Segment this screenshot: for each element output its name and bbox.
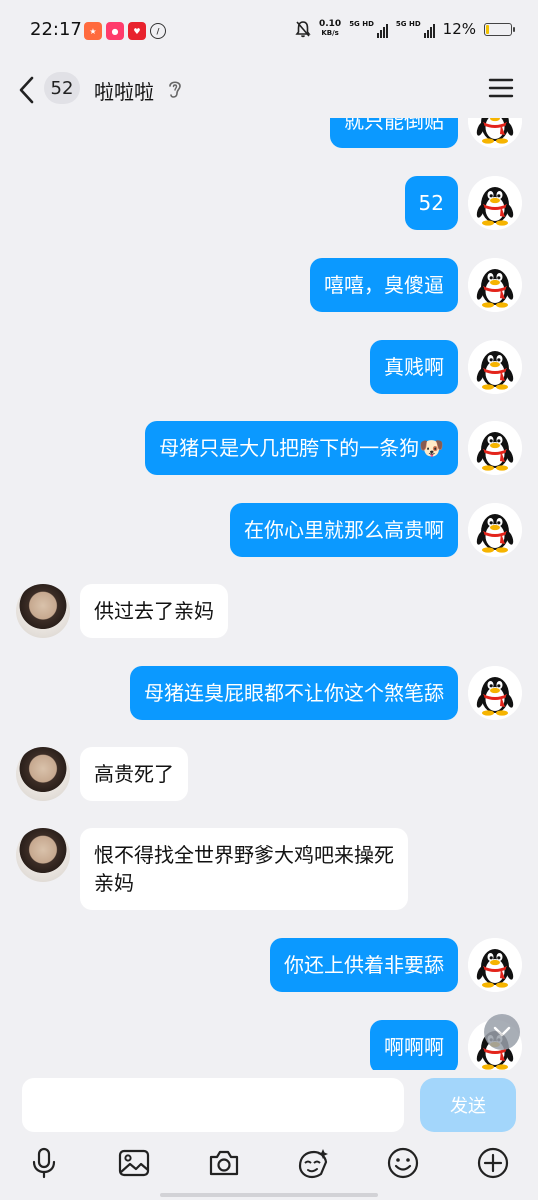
menu-icon[interactable]: [488, 76, 514, 100]
input-area: 发送: [0, 1070, 538, 1200]
microphone-icon[interactable]: [27, 1146, 61, 1180]
camera-icon[interactable]: [207, 1146, 241, 1180]
scroll-to-bottom-button[interactable]: [484, 1014, 520, 1050]
message-bubble[interactable]: 52: [404, 176, 458, 230]
message-bubble[interactable]: 啊啊啊: [370, 1020, 458, 1070]
message-outgoing: 真贱啊: [370, 340, 522, 394]
my-avatar[interactable]: [468, 176, 522, 230]
app-notification-icon: ●: [106, 22, 124, 40]
app-notification-icon: ★: [84, 22, 102, 40]
signal-icon: 5G HD: [396, 20, 435, 38]
chat-header: 52 啦啦啦: [0, 62, 538, 118]
message-incoming: 恨不得找全世界野爹大鸡吧来操死 亲妈: [16, 828, 408, 910]
signal-icon: 5G HD: [349, 20, 388, 38]
message-incoming: 供过去了亲妈: [16, 584, 228, 638]
message-incoming: 高贵死了: [16, 747, 188, 801]
battery-level: [486, 24, 489, 34]
message-bubble[interactable]: 供过去了亲妈: [80, 584, 228, 638]
chat-title[interactable]: 啦啦啦: [94, 76, 154, 105]
penguin-icon: [468, 421, 522, 475]
input-toolbar: [0, 1144, 538, 1184]
signal-label: 5G HD: [395, 20, 421, 28]
message-outgoing: 你还上供着非要舔: [270, 938, 522, 992]
contact-avatar[interactable]: [16, 584, 70, 638]
message-outgoing: 母猪只是大几把胯下的一条狗🐶: [145, 421, 522, 475]
image-icon[interactable]: [117, 1146, 151, 1180]
back-arrow-icon[interactable]: [14, 74, 40, 106]
message-outgoing: 52: [404, 176, 522, 230]
chevron-down-icon: [493, 1026, 511, 1037]
status-app-icons: ★ ● ♥ /: [84, 22, 166, 40]
message-outgoing: 母猪连臭屁眼都不让你这个煞笔舔: [130, 666, 522, 720]
message-bubble[interactable]: 在你心里就那么高贵啊: [230, 503, 458, 557]
message-outgoing: 在你心里就那么高贵啊: [230, 503, 522, 557]
battery-icon: [484, 22, 515, 36]
contact-avatar[interactable]: [16, 828, 70, 882]
my-avatar[interactable]: [468, 938, 522, 992]
message-bubble[interactable]: 你还上供着非要舔: [270, 938, 458, 992]
status-bar: 22:17 ★ ● ♥ / 0.10 KB/s 5G HD 5G HD 12%: [0, 0, 538, 62]
battery-percent: 12%: [442, 20, 476, 38]
penguin-icon: [468, 666, 522, 720]
message-bubble[interactable]: 母猪连臭屁眼都不让你这个煞笔舔: [130, 666, 458, 720]
mute-bell-icon: [295, 21, 311, 38]
message-bubble[interactable]: 嘻嘻，臭傻逼: [310, 258, 458, 312]
signal-label: 5G HD: [349, 20, 374, 28]
plus-icon[interactable]: [476, 1146, 510, 1180]
network-speed-unit: KB/s: [321, 29, 339, 37]
network-speed: 0.10 KB/s: [319, 20, 341, 38]
message-input[interactable]: [22, 1078, 404, 1132]
penguin-icon: [468, 176, 522, 230]
send-button[interactable]: 发送: [420, 1078, 516, 1132]
penguin-icon: [468, 503, 522, 557]
my-avatar[interactable]: [468, 421, 522, 475]
my-avatar[interactable]: [468, 258, 522, 312]
status-time: 22:17: [30, 19, 82, 40]
penguin-icon: [468, 340, 522, 394]
message-bubble[interactable]: 真贱啊: [370, 340, 458, 394]
message-list[interactable]: 就只能倒贴 52 嘻嘻，臭傻逼 真贱啊 母猪只是大几把胯下的一条狗🐶 在你心里就…: [0, 90, 538, 1070]
unread-count-badge[interactable]: 52: [44, 72, 80, 104]
status-indicators: 0.10 KB/s 5G HD 5G HD 12%: [295, 20, 515, 38]
network-speed-value: 0.10: [318, 19, 342, 29]
message-bubble[interactable]: 母猪只是大几把胯下的一条狗🐶: [145, 421, 458, 475]
my-avatar[interactable]: [468, 340, 522, 394]
emoji-icon[interactable]: [386, 1146, 420, 1180]
contact-avatar[interactable]: [16, 747, 70, 801]
my-avatar[interactable]: [468, 666, 522, 720]
penguin-icon: [468, 258, 522, 312]
message-bubble[interactable]: 高贵死了: [80, 747, 188, 801]
message-outgoing: 嘻嘻，臭傻逼: [310, 258, 522, 312]
message-bubble[interactable]: 恨不得找全世界野爹大鸡吧来操死 亲妈: [80, 828, 408, 910]
my-avatar[interactable]: [468, 503, 522, 557]
sticker-icon[interactable]: [296, 1146, 330, 1180]
app-notification-icon: /: [150, 23, 166, 39]
penguin-icon: [468, 938, 522, 992]
home-indicator[interactable]: [160, 1193, 378, 1197]
ear-icon[interactable]: [166, 78, 184, 100]
app-notification-icon: ♥: [128, 22, 146, 40]
